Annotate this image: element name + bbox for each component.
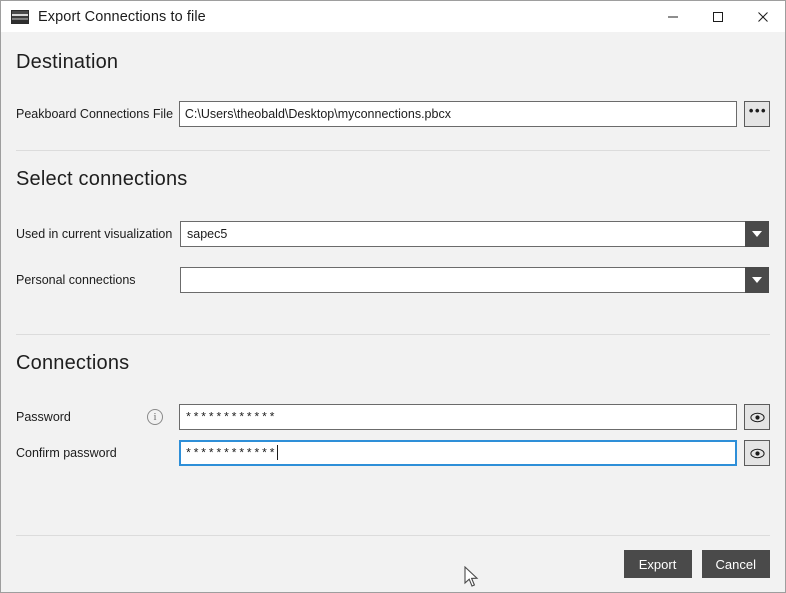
personal-connections-row: Personal connections (16, 267, 770, 293)
export-connections-dialog: Export Connections to file Destination P… (0, 0, 786, 593)
confirm-password-masked-value: ************ (184, 447, 277, 461)
confirm-password-label: Confirm password (16, 446, 117, 460)
window-title: Export Connections to file (38, 8, 206, 25)
title-bar[interactable]: Export Connections to file (1, 0, 785, 32)
select-connections-heading: Select connections (16, 168, 188, 190)
minimize-button[interactable] (650, 1, 695, 33)
password-masked-value: ************ (184, 411, 277, 425)
connections-file-input[interactable]: C:\Users\theobald\Desktop\myconnections.… (178, 101, 737, 127)
dialog-footer: Export Cancel (16, 535, 770, 592)
eye-icon (749, 412, 765, 422)
used-in-visualization-label: Used in current visualization (16, 227, 173, 241)
keyboard-app-icon (11, 9, 29, 24)
footer-buttons: Export Cancel (16, 536, 770, 592)
window-controls (650, 1, 785, 33)
eye-icon (749, 448, 765, 458)
browse-file-button[interactable]: ••• (744, 101, 770, 127)
password-row: Password i ************ (16, 404, 771, 430)
used-in-visualization-row: Used in current visualization sapec5 (16, 221, 770, 247)
peakboard-connections-file-label: Peakboard Connections File (16, 107, 174, 121)
personal-connections-value[interactable] (180, 267, 745, 293)
minimize-icon (667, 16, 678, 18)
info-icon[interactable]: i (147, 409, 164, 425)
used-in-visualization-value[interactable]: sapec5 (180, 221, 745, 247)
dialog-body: Destination Peakboard Connections File C… (1, 32, 785, 592)
password-reveal-button[interactable] (744, 404, 771, 430)
personal-connections-dropdown-button[interactable] (745, 267, 769, 293)
personal-connections-combobox[interactable] (180, 267, 769, 293)
export-button[interactable]: Export (623, 550, 692, 578)
confirm-password-reveal-button[interactable] (744, 440, 771, 466)
chevron-down-icon (752, 277, 762, 283)
confirm-password-input[interactable]: ************ (178, 440, 738, 466)
personal-connections-label: Personal connections (16, 273, 136, 287)
used-in-visualization-combobox[interactable]: sapec5 (180, 221, 769, 247)
password-input[interactable]: ************ (178, 404, 738, 430)
maximize-icon (712, 12, 723, 22)
destination-file-row: Peakboard Connections File C:\Users\theo… (16, 101, 770, 127)
destination-heading: Destination (16, 51, 119, 73)
password-label: Password (16, 410, 71, 424)
close-icon (757, 12, 768, 22)
used-in-visualization-dropdown-button[interactable] (745, 221, 769, 247)
text-caret (277, 444, 279, 460)
close-button[interactable] (740, 1, 785, 33)
ellipsis-icon: ••• (748, 103, 768, 118)
chevron-down-icon (752, 231, 762, 237)
maximize-button[interactable] (695, 1, 740, 33)
confirm-password-row: Confirm password ************ (16, 440, 771, 466)
connections-heading: Connections (16, 352, 130, 374)
cancel-button[interactable]: Cancel (701, 550, 770, 578)
